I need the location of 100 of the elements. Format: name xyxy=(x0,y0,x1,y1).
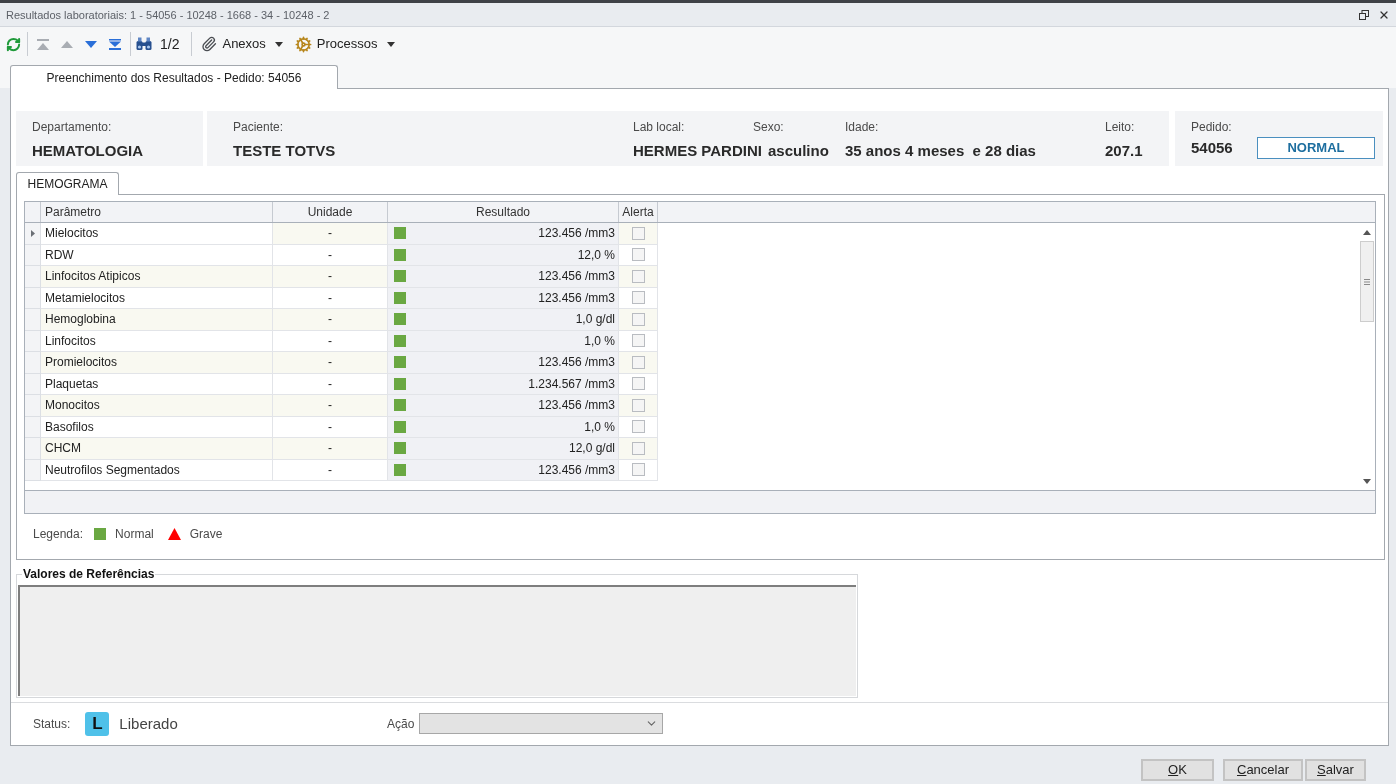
save-button[interactable]: Salvar xyxy=(1305,759,1366,781)
unit-cell: - xyxy=(273,438,388,460)
field-label: Lab local: xyxy=(633,120,685,134)
reference-values-field[interactable] xyxy=(18,585,856,696)
gear-icon xyxy=(294,35,312,53)
result-value: 123.456 /mm3 xyxy=(538,397,615,415)
restore-button[interactable] xyxy=(1358,8,1370,21)
result-value: 1.234.567 /mm3 xyxy=(528,375,615,393)
alert-checkbox[interactable] xyxy=(631,248,645,262)
alert-checkbox[interactable] xyxy=(631,398,645,412)
last-button[interactable] xyxy=(109,37,121,51)
cancel-button[interactable]: Cancelar xyxy=(1223,759,1303,781)
priority-button[interactable]: NORMAL xyxy=(1257,137,1375,159)
unit-cell: - xyxy=(273,352,388,374)
menu-button[interactable]: Anexos xyxy=(201,33,283,55)
parameter-cell: Mielocitos xyxy=(41,223,273,245)
bar-down-arrow-icon xyxy=(109,38,121,50)
column-header[interactable]: Resultado xyxy=(388,202,619,222)
column-header[interactable]: Unidade xyxy=(273,202,388,222)
field-label: Pedido: xyxy=(1191,120,1232,134)
field-value: HERMES PARDINI xyxy=(633,142,762,160)
result-value: 123.456 /mm3 xyxy=(538,461,615,479)
scroll-down-arrow-icon xyxy=(1362,478,1371,484)
field-label: Idade: xyxy=(845,120,879,134)
ok-button[interactable]: OK xyxy=(1141,759,1214,781)
column-header[interactable]: Parâmetro xyxy=(41,202,273,222)
refresh-icon xyxy=(5,36,21,52)
triangle-marker-icon xyxy=(167,528,181,540)
paperclip-icon xyxy=(201,36,218,52)
unit-cell: - xyxy=(273,373,388,395)
parameter-cell: Neutrofilos Segmentados xyxy=(41,459,273,481)
result-value: 12,0 % xyxy=(577,246,615,264)
result-value: 123.456 /mm3 xyxy=(538,225,615,243)
result-value: 1,0 % xyxy=(584,332,615,350)
alert-checkbox[interactable] xyxy=(631,226,645,240)
menu-button[interactable]: Processos xyxy=(294,33,395,55)
unit-cell: - xyxy=(273,266,388,288)
find-button[interactable] xyxy=(136,37,152,51)
section-title: Valores de Referências xyxy=(22,567,156,581)
alert-checkbox[interactable] xyxy=(631,269,645,283)
alert-checkbox[interactable] xyxy=(631,312,645,326)
alert-checkbox[interactable] xyxy=(631,291,645,305)
field-value: 207.1 xyxy=(1105,142,1143,160)
field-value: 54056 xyxy=(1191,139,1233,157)
unit-cell: - xyxy=(273,244,388,266)
field-label: Leito: xyxy=(1105,120,1135,134)
alert-checkbox[interactable] xyxy=(631,355,645,369)
unit-cell: - xyxy=(273,416,388,438)
unit-cell: - xyxy=(273,459,388,481)
row-pointer-icon xyxy=(30,229,35,237)
restore-icon xyxy=(1359,9,1369,20)
refresh-button[interactable] xyxy=(5,36,21,52)
field-label: Paciente: xyxy=(233,120,284,134)
result-value: 1,0 g/dl xyxy=(575,311,615,329)
tab[interactable]: Preenchimento dos Resultados - Pedido: 54056 xyxy=(10,65,338,89)
scroll-up-arrow-icon xyxy=(1362,229,1371,235)
caret-icon xyxy=(274,41,283,47)
field-label: Sexo: xyxy=(753,120,784,134)
unit-cell: - xyxy=(273,330,388,352)
result-value: 12,0 g/dl xyxy=(568,440,615,458)
status-value: Liberado xyxy=(119,714,178,733)
parameter-cell: RDW xyxy=(41,244,273,266)
page-counter: 1/2 xyxy=(160,36,180,52)
caret-icon xyxy=(386,41,395,47)
alert-checkbox[interactable] xyxy=(631,420,645,434)
binoculars-icon xyxy=(136,37,152,51)
parameter-cell: Linfocitos xyxy=(41,330,273,352)
field-label: Departamento: xyxy=(32,120,112,134)
status-label: Status: xyxy=(33,716,71,731)
scrollbar-thumb[interactable] xyxy=(1359,241,1374,322)
tab[interactable]: HEMOGRAMA xyxy=(16,172,119,195)
bar-up-arrow-icon xyxy=(37,38,49,50)
field-value: TESTE TOTVS xyxy=(233,142,336,160)
alert-checkbox[interactable] xyxy=(631,441,645,455)
parameter-cell: Promielocitos xyxy=(41,352,273,374)
alert-checkbox[interactable] xyxy=(631,463,645,477)
field-value: asculino xyxy=(768,142,829,160)
parameter-cell: Metamielocitos xyxy=(41,287,273,309)
result-value: 123.456 /mm3 xyxy=(538,289,615,307)
unit-cell: - xyxy=(273,309,388,331)
parameter-cell: CHCM xyxy=(41,438,273,460)
result-value: 1,0 % xyxy=(584,418,615,436)
square-marker-icon xyxy=(94,528,107,540)
alert-checkbox[interactable] xyxy=(631,377,645,391)
column-header[interactable]: Alerta xyxy=(619,202,658,222)
unit-cell: - xyxy=(273,223,388,245)
legend-label: Grave xyxy=(189,527,223,541)
unit-cell: - xyxy=(273,395,388,417)
result-value: 123.456 /mm3 xyxy=(538,354,615,372)
parameter-cell: Linfocitos Atipicos xyxy=(41,266,273,288)
field-value: 35 anos 4 meses e 28 dias xyxy=(845,142,1036,160)
field-value: HEMATOLOGIA xyxy=(32,142,144,160)
legend-title: Legenda: xyxy=(33,527,84,541)
down-arrow-icon xyxy=(85,40,97,48)
up-arrow-icon xyxy=(61,40,73,48)
window-title: Resultados laboratoriais: 1 - 54056 - 10248 - 1668 - 34 - 10248 - 2 xyxy=(6,7,330,22)
legend-label: Normal xyxy=(115,527,154,541)
row-indicator[interactable] xyxy=(25,223,41,245)
alert-checkbox[interactable] xyxy=(631,334,645,348)
unit-cell: - xyxy=(273,287,388,309)
